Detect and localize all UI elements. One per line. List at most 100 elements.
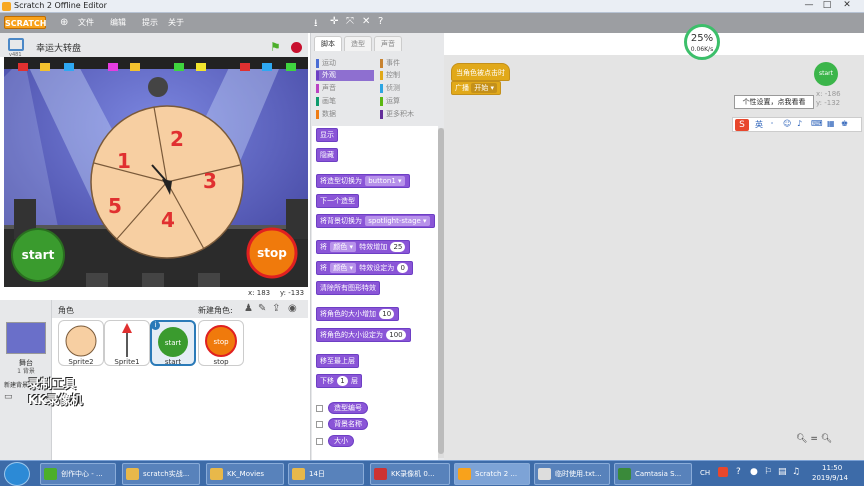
zoom-in-icon[interactable]: 🔍︎ <box>821 434 832 444</box>
ime-toolbar[interactable]: S 英 ˒ ☺ ♪ ⌨ ▦ ♚ <box>732 117 862 132</box>
block-next-costume[interactable]: 下一个造型 <box>316 194 359 208</box>
stage-thumbnail[interactable] <box>6 322 46 354</box>
tab-sounds[interactable]: 声音 <box>374 36 402 51</box>
security-tray-icon[interactable]: ● <box>750 467 758 477</box>
project-title[interactable]: 幸运大转盘 <box>36 41 81 54</box>
sogou-icon[interactable]: S <box>735 119 749 131</box>
volume-tray-icon[interactable]: ♫ <box>792 467 800 477</box>
flag-tray-icon[interactable]: ⚐ <box>764 467 772 477</box>
paint-sprite-icon[interactable]: ✎ <box>258 303 266 314</box>
block-change-effect[interactable]: 将 颜色 ▾ 特效增加 25 <box>316 240 411 254</box>
effect-value-input[interactable]: 0 <box>397 263 408 273</box>
toolbox-icon[interactable]: ▦ <box>827 119 835 128</box>
tab-costumes[interactable]: 造型 <box>344 36 372 51</box>
stop-sprite[interactable]: stop <box>246 227 298 279</box>
upload-sprite-icon[interactable]: ⇪ <box>272 303 280 314</box>
minimize-button[interactable]: — <box>802 0 816 11</box>
category-events[interactable]: 事件 <box>380 58 400 69</box>
close-button[interactable]: ✕ <box>840 0 854 11</box>
camera-icon[interactable]: ◉ <box>288 303 297 314</box>
category-sensing[interactable]: 侦测 <box>380 83 400 94</box>
costume-number-checkbox[interactable] <box>316 405 323 412</box>
reporter-size[interactable]: 大小 <box>328 435 354 447</box>
lang-indicator[interactable]: CH <box>700 469 710 477</box>
backdrop-name-checkbox[interactable] <box>316 421 323 428</box>
effect-dropdown[interactable]: 颜色 ▾ <box>330 263 356 273</box>
paint-backdrop-icon[interactable]: ▭ <box>4 392 13 402</box>
category-motion[interactable]: 运动 <box>316 58 336 69</box>
network-tray-icon[interactable]: ▤ <box>778 467 787 477</box>
message-dropdown[interactable]: 开始 ▾ <box>471 83 497 93</box>
grow-icon[interactable]: ✛ <box>330 16 338 27</box>
maximize-button[interactable]: □ <box>820 0 834 11</box>
green-flag-icon[interactable]: ⚑ <box>270 40 281 54</box>
block-switch-backdrop[interactable]: 将背景切换为 spotlight-stage ▾ <box>316 214 435 228</box>
category-data[interactable]: 数据 <box>316 109 336 120</box>
shrink-icon[interactable]: ⤧ <box>346 16 354 27</box>
category-operators[interactable]: 运算 <box>380 96 400 107</box>
category-more-blocks[interactable]: 更多积木 <box>380 109 414 120</box>
ime-lang[interactable]: 英 <box>755 119 763 130</box>
taskbar-item[interactable]: 14日 <box>288 463 364 485</box>
size-change-input[interactable]: 10 <box>379 309 395 319</box>
effect-dropdown[interactable]: 颜色 ▾ <box>330 242 356 252</box>
size-set-input[interactable]: 100 <box>386 330 406 340</box>
layers-input[interactable]: 1 <box>337 376 348 386</box>
menu-edit[interactable]: 编辑 <box>110 17 126 28</box>
info-icon[interactable]: i <box>151 321 160 330</box>
emoji-icon[interactable]: ☺ <box>783 119 791 128</box>
effect-amount-input[interactable]: 25 <box>390 242 406 252</box>
tab-scripts[interactable]: 脚本 <box>314 36 342 51</box>
block-set-effect[interactable]: 将 颜色 ▾ 特效设定为 0 <box>316 261 413 275</box>
clock-time[interactable]: 11:50 <box>822 464 842 472</box>
taskbar-item[interactable]: Camtasia S... <box>614 463 692 485</box>
stop-icon[interactable] <box>291 42 302 53</box>
prize-wheel[interactable]: 2 3 4 5 1 <box>90 105 244 259</box>
taskbar-item[interactable]: 创作中心 - ... <box>40 463 116 485</box>
zoom-reset-icon[interactable]: = <box>810 434 818 444</box>
block-go-back[interactable]: 下移 1 层 <box>316 374 362 388</box>
category-pen[interactable]: 画笔 <box>316 96 336 107</box>
help-tray-icon[interactable]: ? <box>736 467 741 477</box>
taskbar-item[interactable]: 临时使用.txt... <box>534 463 610 485</box>
block-go-front[interactable]: 移至最上层 <box>316 354 359 368</box>
menu-about[interactable]: 关于 <box>168 17 184 28</box>
cut-icon[interactable]: ✕ <box>362 16 370 27</box>
size-checkbox[interactable] <box>316 438 323 445</box>
taskbar-item[interactable]: Scratch 2 ... <box>454 463 530 485</box>
backdrop-dropdown[interactable]: spotlight-stage ▾ <box>365 216 430 226</box>
globe-icon[interactable]: ⊕ <box>60 17 68 28</box>
block-set-size[interactable]: 将角色的大小设定为 100 <box>316 328 411 342</box>
zoom-out-icon[interactable]: 🔍︎ <box>796 434 807 444</box>
clock-date[interactable]: 2019/9/14 <box>812 474 848 482</box>
reporter-backdrop-name[interactable]: 背景名称 <box>328 418 368 430</box>
taskbar-item[interactable]: scratch实战... <box>122 463 200 485</box>
block-clear-effects[interactable]: 清除所有图形特效 <box>316 281 380 295</box>
reporter-costume-number[interactable]: 造型编号 <box>328 402 368 414</box>
category-looks[interactable]: 外观 <box>316 70 374 81</box>
menu-tips[interactable]: 提示 <box>142 17 158 28</box>
block-hide[interactable]: 隐藏 <box>316 148 338 162</box>
sogou-tray-icon[interactable] <box>718 467 728 477</box>
punct-icon[interactable]: ˒ <box>771 119 773 128</box>
skin-icon[interactable]: ♚ <box>841 119 848 128</box>
menu-file[interactable]: 文件 <box>78 17 94 28</box>
taskbar-item[interactable]: KK录像机 0... <box>370 463 450 485</box>
costume-dropdown[interactable]: button1 ▾ <box>365 176 405 186</box>
scratch-logo[interactable]: SCRATCH <box>4 16 46 29</box>
fullscreen-icon[interactable] <box>8 38 24 51</box>
keyboard-icon[interactable]: ⌨ <box>811 119 823 128</box>
script-area[interactable] <box>444 55 864 460</box>
category-control[interactable]: 控制 <box>380 70 400 81</box>
taskbar-item[interactable]: KK_Movies <box>206 463 284 485</box>
stage-canvas[interactable]: 2 3 4 5 1 start stop <box>4 57 308 287</box>
help-icon[interactable]: ? <box>378 16 383 27</box>
block-broadcast[interactable]: 广播 开始 ▾ <box>451 81 501 95</box>
block-switch-costume[interactable]: 将造型切换为 button1 ▾ <box>316 174 410 188</box>
sprite-library-icon[interactable]: ♟ <box>244 303 253 314</box>
block-change-size[interactable]: 将角色的大小增加 10 <box>316 307 400 321</box>
start-sprite[interactable]: start <box>11 228 65 282</box>
stamp-icon[interactable]: ⭳ <box>314 16 318 33</box>
start-button[interactable] <box>4 462 30 486</box>
category-sound[interactable]: 声音 <box>316 83 336 94</box>
